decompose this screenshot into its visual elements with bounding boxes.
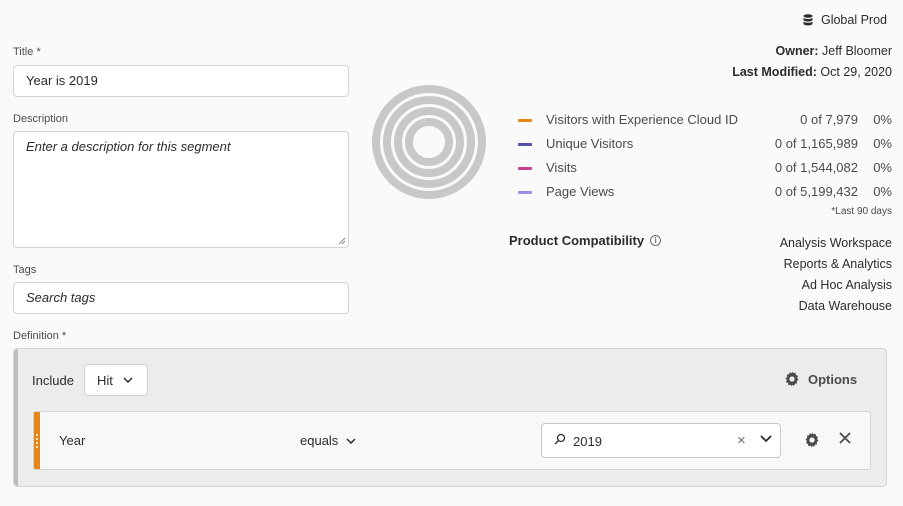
metric-count: 0 of 7,979 <box>800 112 858 127</box>
description-label: Description <box>13 113 69 125</box>
metric-count: 0 of 1,165,989 <box>774 136 858 151</box>
include-label: Include <box>32 373 74 388</box>
product-item: Analysis Workspace <box>779 236 892 250</box>
tags-search-input[interactable]: Search tags <box>13 282 349 314</box>
metric-swatch <box>518 119 532 122</box>
options-button[interactable]: Options <box>784 371 857 387</box>
report-suite-name: Global Prod <box>820 13 887 27</box>
definition-label-text: Definition <box>13 330 59 342</box>
metric-label: Visitors with Experience Cloud ID <box>546 112 738 127</box>
metrics-list: Visitors with Experience Cloud ID 0 of 7… <box>518 111 893 207</box>
container-bar <box>14 349 18 486</box>
rule-value-combobox[interactable]: 2019 × <box>541 423 781 458</box>
product-compatibility-heading: Product Compatibility i <box>509 233 662 248</box>
product-compatibility-title: Product Compatibility <box>509 233 645 248</box>
metric-swatch <box>518 143 532 146</box>
resize-handle-icon[interactable] <box>338 237 346 245</box>
info-icon[interactable]: i <box>650 235 662 246</box>
chevron-down-icon <box>346 437 356 444</box>
options-label: Options <box>808 371 858 387</box>
title-label-text: Title <box>13 46 34 58</box>
gear-icon <box>785 371 799 387</box>
metric-count: 0 of 1,544,082 <box>774 160 858 175</box>
metrics-footnote: *Last 90 days <box>831 206 892 217</box>
product-compatibility-list: Analysis Workspace Reports & Analytics A… <box>780 233 892 317</box>
metric-label: Visits <box>546 160 577 175</box>
description-textarea[interactable]: Enter a description for this segment <box>13 131 349 248</box>
report-suite-selector[interactable]: Global Prod <box>803 13 887 27</box>
metric-swatch <box>518 167 532 170</box>
title-label: Title * <box>13 46 41 58</box>
metric-row: Page Views 0 of 5,199,432 0% <box>518 183 893 207</box>
container-type-value: Hit <box>97 372 113 388</box>
metric-count: 0 of 5,199,432 <box>774 184 858 199</box>
segment-donut-chart <box>372 85 486 199</box>
metric-percent: 0% <box>873 112 892 127</box>
operator-value: equals <box>300 433 339 448</box>
definition-container: Include Hit Options Year equals 2019 × <box>13 348 887 487</box>
metric-percent: 0% <box>873 160 892 175</box>
metric-swatch <box>518 191 532 194</box>
metric-label: Page Views <box>546 184 615 199</box>
metric-percent: 0% <box>873 184 892 199</box>
clear-icon[interactable]: × <box>737 432 746 449</box>
metric-label: Unique Visitors <box>546 136 634 151</box>
last-modified-label: Last Modified: <box>732 65 817 79</box>
required-marker: * <box>61 330 67 342</box>
owner-value: Jeff Bloomer <box>822 44 892 58</box>
drag-handle[interactable] <box>34 412 40 469</box>
operator-dropdown[interactable]: equals <box>300 433 356 448</box>
description-placeholder: Enter a description for this segment <box>26 139 231 154</box>
product-item: Data Warehouse <box>798 299 892 313</box>
last-modified-value: Oct 29, 2020 <box>820 65 892 79</box>
metric-row: Visits 0 of 1,544,082 0% <box>518 159 893 183</box>
close-icon[interactable] <box>838 431 852 445</box>
metric-row: Unique Visitors 0 of 1,165,989 0% <box>518 135 893 159</box>
tags-label: Tags <box>13 264 37 276</box>
definition-label: Definition * <box>13 330 66 342</box>
rule-dimension: Year <box>59 433 86 448</box>
product-item: Reports & Analytics <box>783 257 892 271</box>
chevron-down-icon[interactable] <box>760 435 772 443</box>
tags-placeholder: Search tags <box>26 290 96 305</box>
title-input[interactable]: Year is 2019 <box>13 65 349 97</box>
last-modified-line: Last Modified: Oct 29, 2020 <box>732 65 892 79</box>
metric-percent: 0% <box>873 136 892 151</box>
rule-settings-gear-icon[interactable] <box>804 432 820 448</box>
product-item: Ad Hoc Analysis <box>801 278 892 292</box>
owner-line: Owner: Jeff Bloomer <box>776 44 893 58</box>
title-input-value: Year is 2019 <box>26 73 98 88</box>
segment-rule: Year equals 2019 × <box>33 411 871 470</box>
chevron-down-icon <box>123 377 133 383</box>
owner-label: Owner: <box>775 44 819 58</box>
container-type-dropdown[interactable]: Hit <box>84 364 148 396</box>
rule-value: 2019 <box>573 434 602 449</box>
metric-row: Visitors with Experience Cloud ID 0 of 7… <box>518 111 893 135</box>
search-icon <box>554 433 566 445</box>
required-marker: * <box>36 46 41 58</box>
database-icon <box>803 14 813 26</box>
